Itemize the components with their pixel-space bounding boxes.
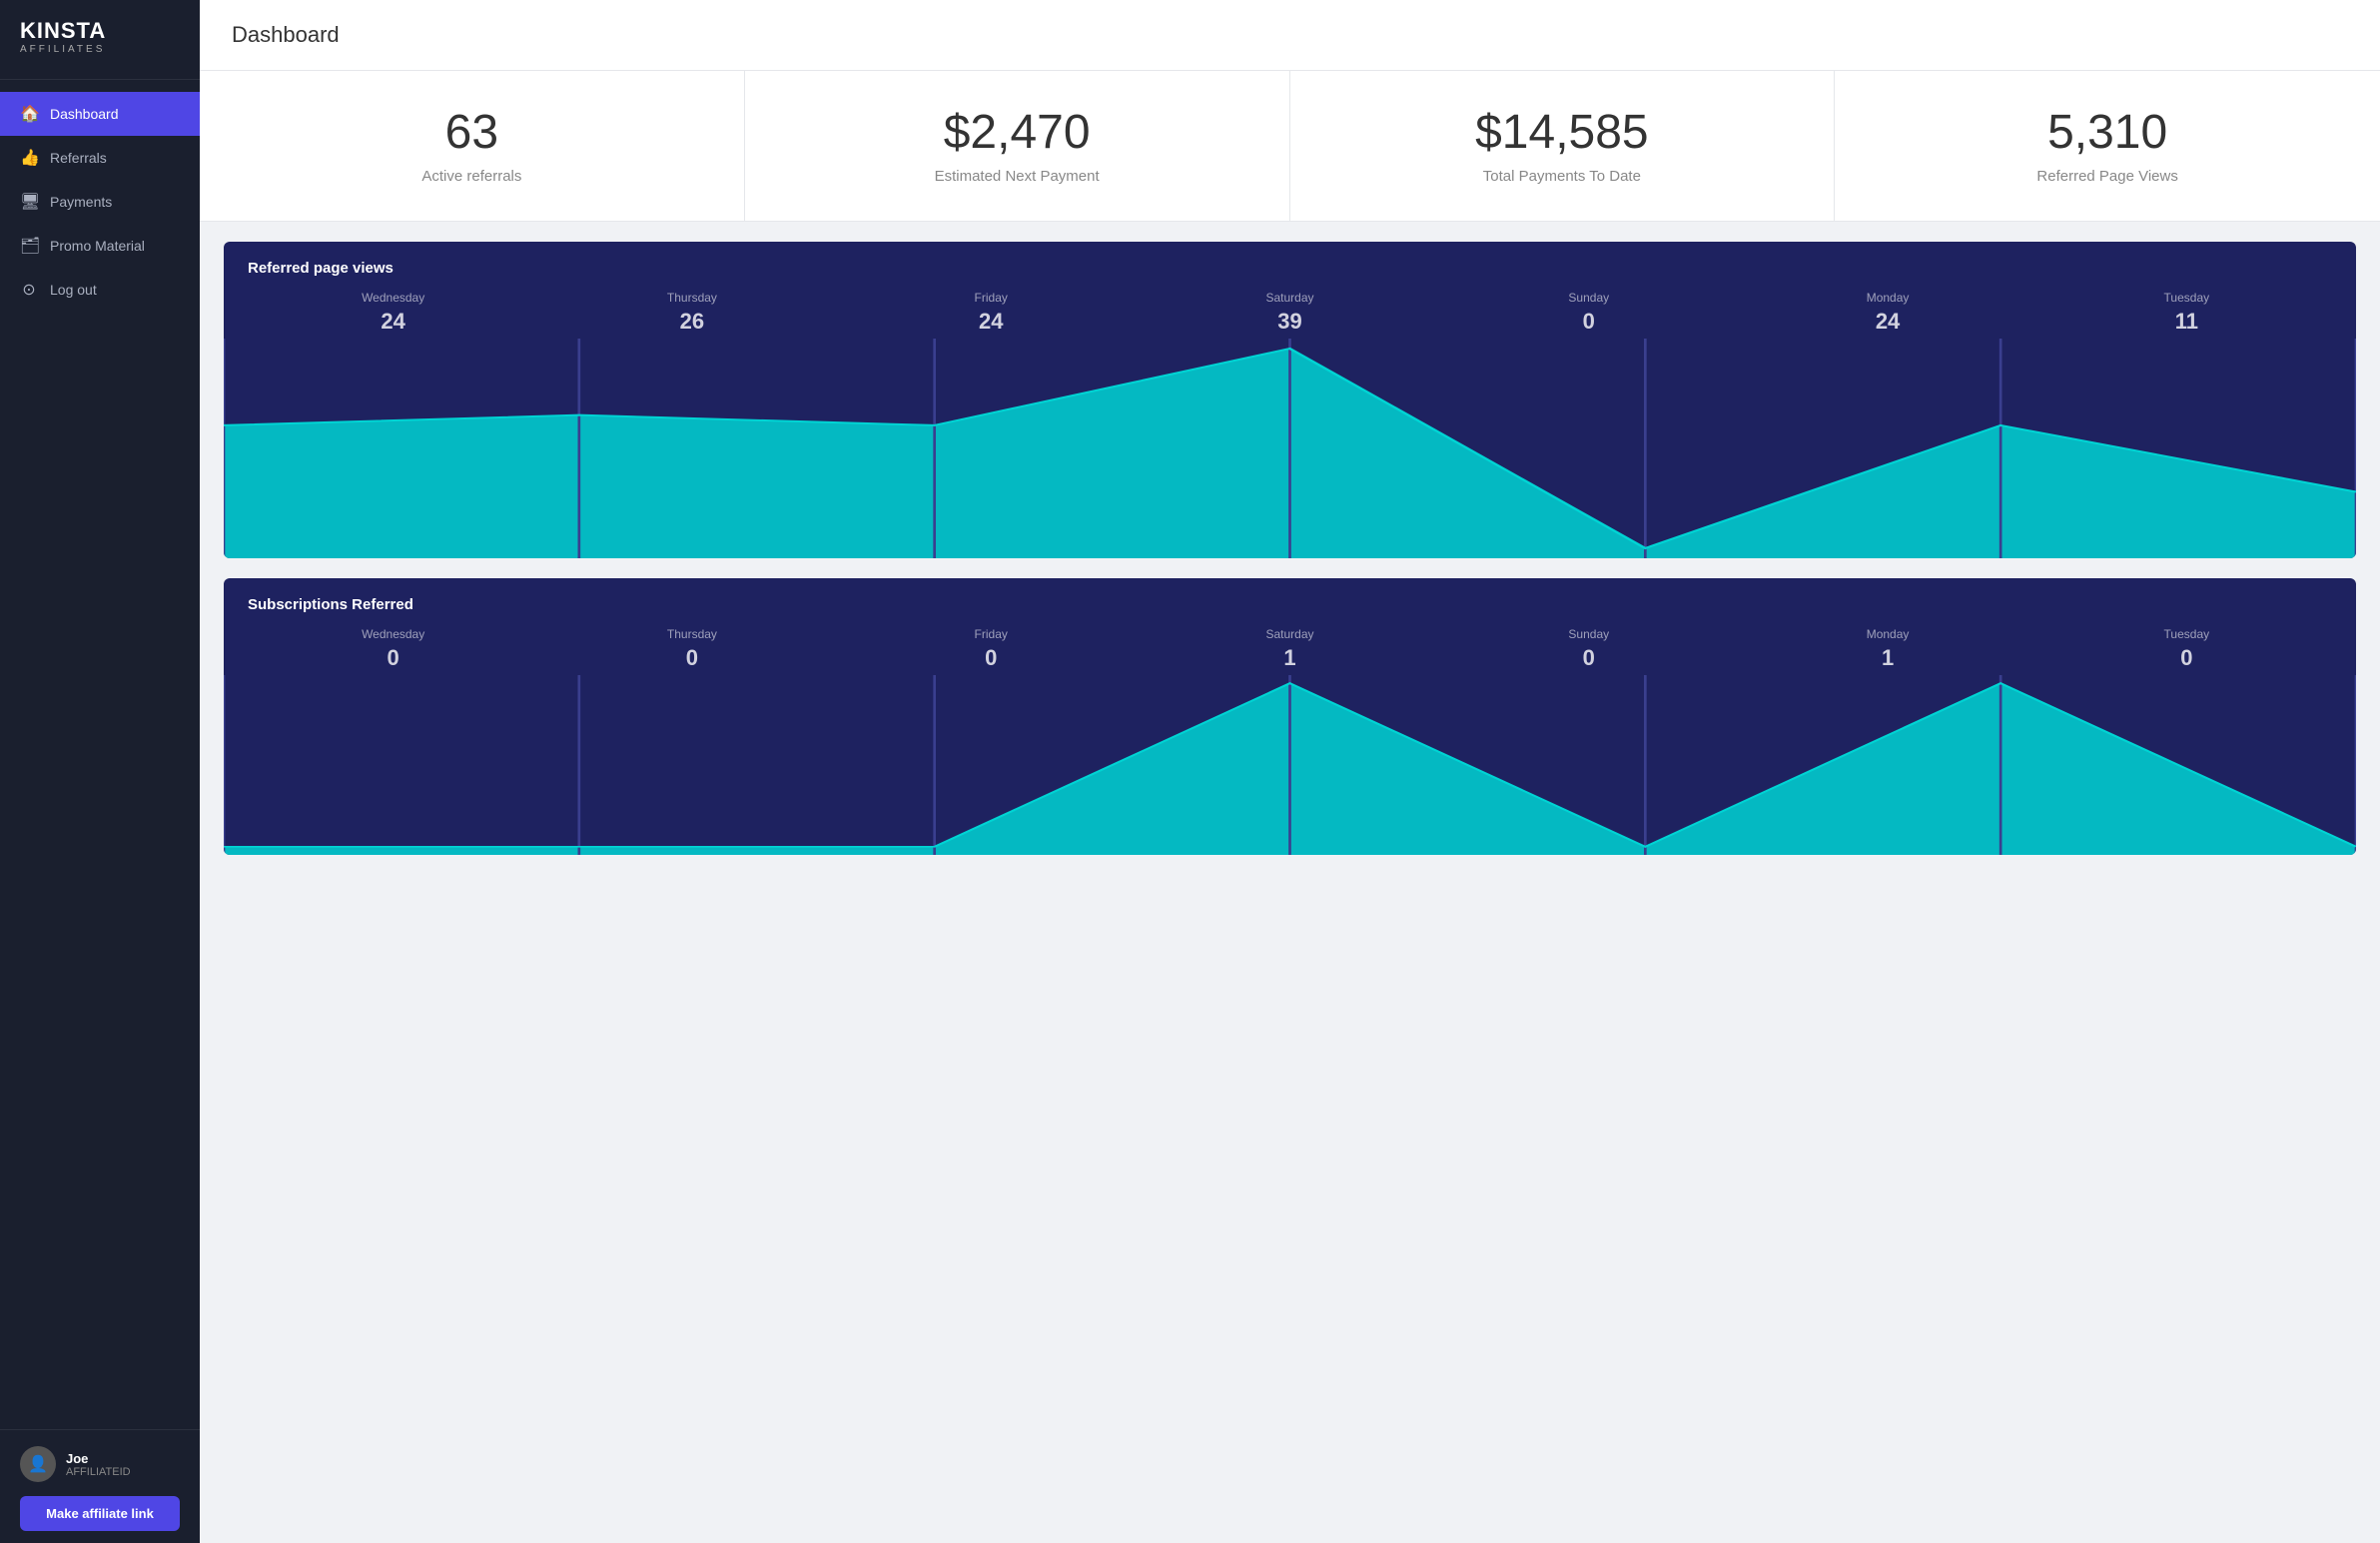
chart2-day-1: Thursday0 — [542, 627, 841, 671]
sidebar-item-logout[interactable]: ⊙ Log out — [0, 268, 200, 312]
chart2-day-5: Monday1 — [1738, 627, 2036, 671]
user-info: Joe AFFILIATEID — [66, 1451, 131, 1478]
page-title: Dashboard — [232, 22, 2348, 48]
stat-card-2: $14,585 Total Payments To Date — [1290, 71, 1836, 221]
sidebar-item-promo[interactable]: 🗂 Promo Material — [0, 224, 200, 268]
stat-label-2: Total Payments To Date — [1322, 168, 1803, 185]
brand-name: KINSTA — [20, 20, 180, 42]
chart2-svg — [224, 675, 2356, 855]
logout-icon: ⊙ — [20, 280, 38, 300]
chart1-day-2: Friday24 — [842, 291, 1141, 335]
brand-subtitle: AFFILIATES — [20, 44, 180, 55]
chart2-day-3: Saturday1 — [1141, 627, 1439, 671]
sidebar-label-promo: Promo Material — [50, 238, 145, 254]
chart2-day-4: Sunday0 — [1439, 627, 1738, 671]
chart2-day-2: Friday0 — [842, 627, 1141, 671]
stats-row: 63 Active referrals $2,470 Estimated Next P… — [200, 71, 2380, 222]
user-id: AFFILIATEID — [66, 1466, 131, 1478]
stat-label-3: Referred Page Views — [1867, 168, 2348, 185]
sidebar: KINSTA AFFILIATES 🏠 Dashboard 👍 Referrals 🖥 P… — [0, 0, 200, 1543]
charts-area: Referred page views Wednesday24Thursday2… — [200, 222, 2380, 875]
sidebar-item-referrals[interactable]: 👍 Referrals — [0, 136, 200, 180]
sidebar-label-payments: Payments — [50, 194, 112, 210]
stat-value-2: $14,585 — [1322, 107, 1803, 160]
chart1-day-6: Tuesday11 — [2037, 291, 2336, 335]
stat-label-1: Estimated Next Payment — [777, 168, 1257, 185]
chart1-svg — [224, 339, 2356, 558]
user-row: 👤 Joe AFFILIATEID — [20, 1446, 180, 1482]
chart2-svg-wrapper — [224, 675, 2356, 855]
sidebar-label-dashboard: Dashboard — [50, 106, 119, 122]
dashboard-icon: 🏠 — [20, 104, 38, 124]
chart1-day-4: Sunday0 — [1439, 291, 1738, 335]
chart1-day-0: Wednesday24 — [244, 291, 542, 335]
sidebar-footer: 👤 Joe AFFILIATEID Make affiliate link — [0, 1429, 200, 1543]
logo-area: KINSTA AFFILIATES — [0, 0, 200, 80]
chart2-days: Wednesday0Thursday0Friday0Saturday1Sunda… — [224, 627, 2356, 671]
sidebar-item-payments[interactable]: 🖥 Payments — [0, 180, 200, 224]
main-content: Dashboard 63 Active referrals $2,470 Estima… — [200, 0, 2380, 1543]
user-name: Joe — [66, 1451, 131, 1466]
avatar: 👤 — [20, 1446, 56, 1482]
chart2-title: Subscriptions Referred — [224, 578, 2356, 627]
stat-card-1: $2,470 Estimated Next Payment — [745, 71, 1290, 221]
stat-value-1: $2,470 — [777, 107, 1257, 160]
chart1-days: Wednesday24Thursday26Friday24Saturday39S… — [224, 291, 2356, 335]
sidebar-item-dashboard[interactable]: 🏠 Dashboard — [0, 92, 200, 136]
chart1-day-1: Thursday26 — [542, 291, 841, 335]
stat-value-3: 5,310 — [1867, 107, 2348, 160]
sidebar-label-logout: Log out — [50, 282, 97, 298]
chart-page-views: Referred page views Wednesday24Thursday2… — [224, 242, 2356, 558]
sidebar-nav: 🏠 Dashboard 👍 Referrals 🖥 Payments 🗂 Promo Mate… — [0, 80, 200, 1429]
stat-label-0: Active referrals — [232, 168, 712, 185]
chart2-day-0: Wednesday0 — [244, 627, 542, 671]
stat-value-0: 63 — [232, 107, 712, 160]
chart2-day-6: Tuesday0 — [2037, 627, 2336, 671]
payments-icon: 🖥 — [20, 192, 38, 212]
chart1-day-3: Saturday39 — [1141, 291, 1439, 335]
chart1-day-5: Monday24 — [1738, 291, 2036, 335]
chart1-title: Referred page views — [224, 242, 2356, 291]
make-affiliate-link-button[interactable]: Make affiliate link — [20, 1496, 180, 1531]
stat-card-3: 5,310 Referred Page Views — [1835, 71, 2380, 221]
promo-icon: 🗂 — [20, 236, 38, 256]
stat-card-0: 63 Active referrals — [200, 71, 745, 221]
sidebar-label-referrals: Referrals — [50, 150, 107, 166]
chart1-svg-wrapper — [224, 339, 2356, 558]
page-header: Dashboard — [200, 0, 2380, 71]
referrals-icon: 👍 — [20, 148, 38, 168]
chart-subscriptions: Subscriptions Referred Wednesday0Thursda… — [224, 578, 2356, 855]
